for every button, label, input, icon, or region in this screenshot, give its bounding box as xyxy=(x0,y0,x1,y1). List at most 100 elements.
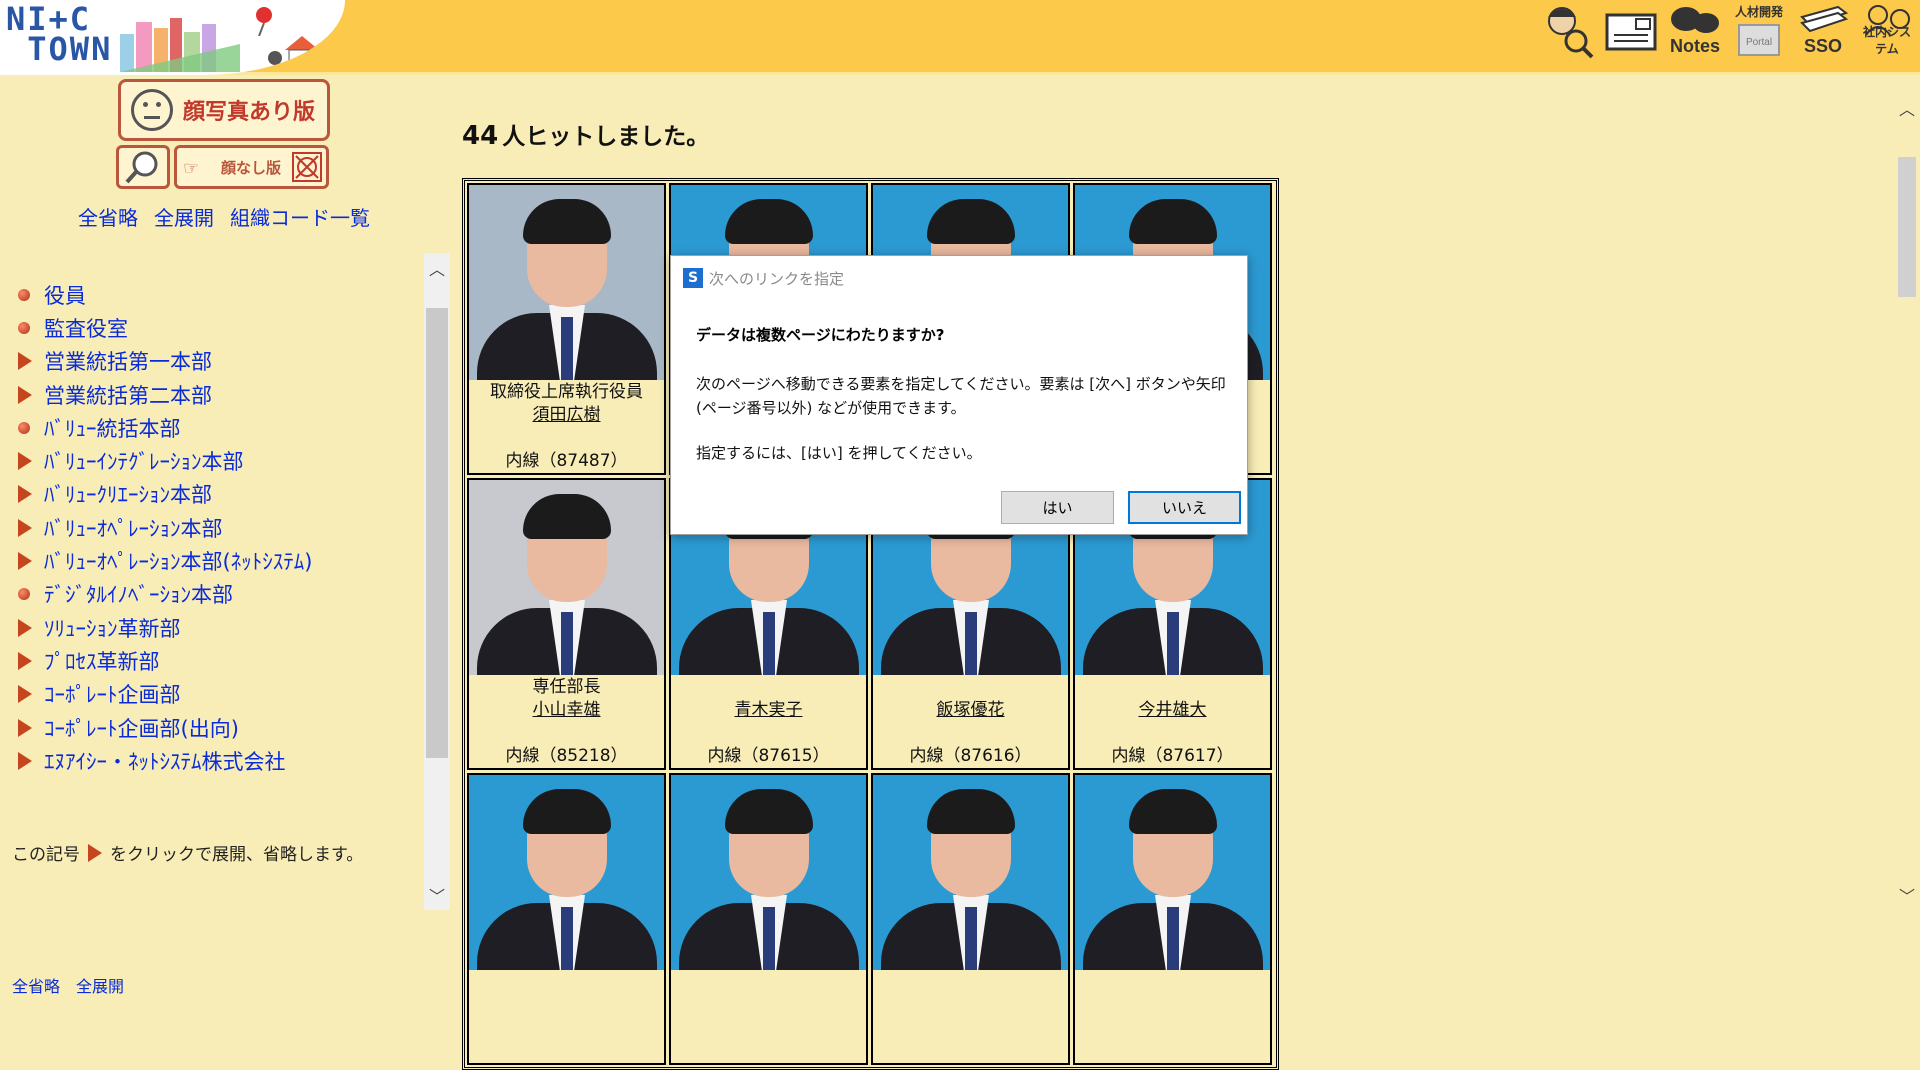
tree-item-label: ｿﾘｭｰｼｮﾝ革新部 xyxy=(44,616,181,641)
city-illustration-icon xyxy=(120,18,240,72)
person-role xyxy=(873,676,1068,699)
bullet-icon xyxy=(18,588,30,601)
person-name-link[interactable]: 須田広樹 xyxy=(469,404,664,427)
person-role xyxy=(469,971,664,994)
people-search-icon[interactable] xyxy=(1538,1,1596,61)
scroll-up-arrow-icon[interactable]: ︿ xyxy=(424,253,450,283)
tree-item-label: ｺｰﾎﾟﾚｰﾄ企画部(出向) xyxy=(44,716,239,741)
tree-item[interactable]: 役員 xyxy=(14,278,414,311)
expand-triangle-icon xyxy=(18,352,32,371)
person-extension: 内線（87616） xyxy=(909,746,1032,766)
yes-button[interactable]: はい xyxy=(1001,491,1114,524)
face-photo-version-button[interactable]: 顔写真あり版 xyxy=(118,79,330,141)
person-extension: 内線（87617） xyxy=(1111,746,1234,766)
pointing-hand-icon: ☞ xyxy=(183,158,200,179)
tree-item[interactable]: 営業統括第二本部 xyxy=(14,378,414,411)
tree-item[interactable]: ｺｰﾎﾟﾚｰﾄ企画部(出向) xyxy=(14,711,414,744)
person-role xyxy=(671,971,866,994)
no-face-version-button[interactable]: ☞ 顔なし版 xyxy=(174,145,329,189)
tree-item[interactable]: ｿﾘｭｰｼｮﾝ革新部 xyxy=(14,611,414,644)
hit-count-text: 44 人ヒットしました。 xyxy=(462,117,709,151)
tree-item[interactable]: 営業統括第一本部 xyxy=(14,345,414,378)
org-code-list-link[interactable]: 組織コード一覧 xyxy=(230,202,370,231)
notes-label: Notes xyxy=(1669,36,1720,56)
person-name-link[interactable]: 今井雄大 xyxy=(1075,699,1270,722)
person-card xyxy=(1073,773,1272,1065)
magnifier-icon xyxy=(125,151,158,184)
internal-system-qa-icon[interactable]: 社内システム xyxy=(1858,1,1916,61)
tree-item-label: ｴﾇｱｲｼｰ・ﾈｯﾄｼｽﾃﾑ株式会社 xyxy=(44,749,286,774)
sidebar-scroll-thumb[interactable] xyxy=(426,308,448,758)
person-role xyxy=(873,971,1068,994)
page-scrollbar[interactable]: ︿ ﹀ xyxy=(1894,75,1920,910)
dialog-title-bar: S 次へのリンクを指定 xyxy=(683,266,844,290)
nic-town-logo[interactable]: NI+C TOWN xyxy=(0,0,345,75)
no-button[interactable]: いいえ xyxy=(1128,491,1241,524)
tree-item[interactable]: ﾌﾟﾛｾｽ革新部 xyxy=(14,644,414,677)
expand-all-link[interactable]: 全展開 xyxy=(154,202,214,231)
person-photo[interactable] xyxy=(469,775,664,970)
person-name-link[interactable]: 飯塚優花 xyxy=(873,699,1068,722)
tree-item[interactable]: ﾊﾞﾘｭｰｲﾝﾃｸﾞﾚｰｼｮﾝ本部 xyxy=(14,444,414,477)
sidebar-link-row: 全省略 全展開 組織コード一覧 xyxy=(78,202,370,231)
person-role xyxy=(1075,971,1270,994)
house-icon xyxy=(268,36,319,69)
bullet-icon xyxy=(18,421,30,434)
tree-item-label: 監査役室 xyxy=(44,316,128,341)
dialog-question: データは複数ページにわたりますか? xyxy=(696,326,945,344)
page-scroll-down-icon[interactable]: ﹀ xyxy=(1894,880,1920,910)
tree-item[interactable]: ﾊﾞﾘｭｰｵﾍﾟﾚｰｼｮﾝ本部(ﾈｯﾄｼｽﾃﾑ) xyxy=(14,544,414,577)
tree-item[interactable]: ﾊﾞﾘｭｰｵﾍﾟﾚｰｼｮﾝ本部 xyxy=(14,511,414,544)
app-logo-icon: S xyxy=(683,268,703,288)
page-scroll-thumb[interactable] xyxy=(1898,157,1916,297)
collapse-all-link[interactable]: 全省略 xyxy=(78,202,138,231)
expand-hint: この記号 をクリックで展開、省略します。 xyxy=(12,840,363,865)
person-photo[interactable] xyxy=(1075,775,1270,970)
person-name-link[interactable]: 小山幸雄 xyxy=(469,699,664,722)
scroll-down-arrow-icon[interactable]: ﹀ xyxy=(424,880,450,910)
tree-item[interactable]: ﾊﾞﾘｭｰｸﾘｴｰｼｮﾝ本部 xyxy=(14,478,414,511)
tree-item-label: ｺｰﾎﾟﾚｰﾄ企画部 xyxy=(44,683,181,708)
hint-suffix: をクリックで展開、省略します。 xyxy=(110,845,364,865)
person-card xyxy=(467,773,666,1065)
person-photo[interactable] xyxy=(671,775,866,970)
tree-item-label: ﾊﾞﾘｭｰｲﾝﾃｸﾞﾚｰｼｮﾝ本部 xyxy=(44,450,244,475)
next-link-dialog: S 次へのリンクを指定 データは複数ページにわたりますか? 次のページへ移動でき… xyxy=(670,255,1248,535)
internal-system-label: 社内システム xyxy=(1862,25,1911,56)
tree-item[interactable]: 監査役室 xyxy=(14,311,414,344)
expand-triangle-icon xyxy=(88,843,102,862)
tree-item-label: ﾃﾞｼﾞﾀﾙｲﾉﾍﾞｰｼｮﾝ本部 xyxy=(44,583,233,608)
search-button[interactable] xyxy=(116,145,170,189)
tree-item[interactable]: ｴﾇｱｲｼｰ・ﾈｯﾄｼｽﾃﾑ株式会社 xyxy=(14,744,414,777)
person-extension: 内線（85218） xyxy=(505,746,628,766)
expand-triangle-icon xyxy=(18,552,32,571)
portal-site-icon[interactable]: 人材開発 Portal xyxy=(1730,1,1788,61)
person-role xyxy=(671,676,866,699)
page-scroll-up-icon[interactable]: ︿ xyxy=(1894,93,1920,123)
noface-version-label: 顔なし版 xyxy=(221,158,282,177)
bullet-icon xyxy=(18,321,30,334)
person-photo[interactable] xyxy=(469,185,664,380)
tree-item-label: 営業統括第一本部 xyxy=(44,350,212,375)
person-photo[interactable] xyxy=(469,480,664,675)
mail-icon[interactable] xyxy=(1602,1,1660,61)
expand-triangle-icon xyxy=(18,618,32,637)
tree-item-label: ﾌﾟﾛｾｽ革新部 xyxy=(44,649,160,674)
person-photo[interactable] xyxy=(873,775,1068,970)
sidebar-scrollbar[interactable]: ︿ ﹀ xyxy=(424,253,450,910)
person-card xyxy=(669,773,868,1065)
expand-triangle-icon xyxy=(18,751,32,770)
tree-item[interactable]: ｺｰﾎﾟﾚｰﾄ企画部 xyxy=(14,678,414,711)
person-name-link[interactable]: 青木実子 xyxy=(671,699,866,722)
notes-icon[interactable]: Notes xyxy=(1666,1,1724,61)
expand-triangle-icon xyxy=(18,685,32,704)
expand-triangle-icon xyxy=(18,718,32,737)
sso-label: SSO xyxy=(1803,36,1842,56)
bottom-links[interactable]: 全省略 全展開 xyxy=(12,973,124,997)
person-role: 専任部長 xyxy=(532,677,601,697)
hit-count: 44 xyxy=(462,121,499,151)
tree-item[interactable]: ﾃﾞｼﾞﾀﾙｲﾉﾍﾞｰｼｮﾝ本部 xyxy=(14,578,414,611)
tree-item[interactable]: ﾊﾞﾘｭｰ統括本部 xyxy=(14,411,414,444)
sso-icon[interactable]: SSO xyxy=(1794,1,1852,61)
no-face-cross-icon xyxy=(292,152,322,182)
